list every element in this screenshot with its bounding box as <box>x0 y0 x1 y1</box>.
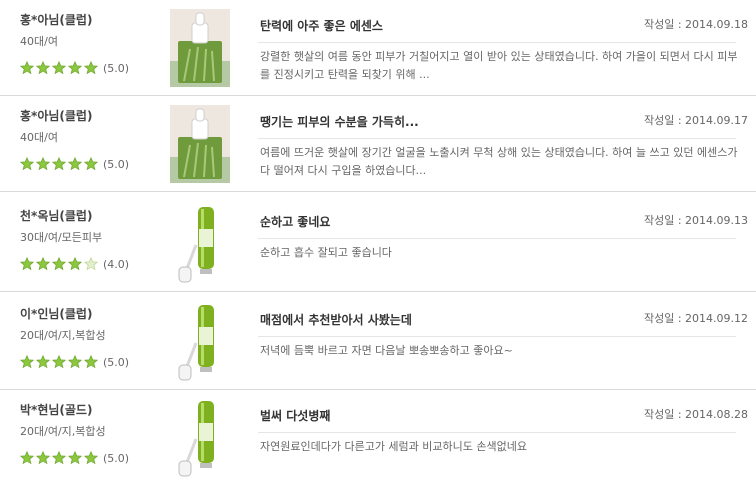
star-filled-icon <box>20 257 34 271</box>
star-filled-icon <box>36 355 50 369</box>
star-filled-icon <box>68 61 82 75</box>
review-item: 이*인님(클럽) 20대/여/지,복합성 (5.0) 매점에서 추천받아서 사봤… <box>0 294 756 390</box>
star-filled-icon <box>36 257 50 271</box>
product-thumbnail[interactable] <box>170 399 230 477</box>
star-filled-icon <box>84 451 98 465</box>
review-body[interactable]: 강렬한 햇살의 여름 동안 피부가 거칠어지고 열이 받아 있는 상태였습니다.… <box>260 48 740 84</box>
rating-score: (5.0) <box>103 451 130 465</box>
review-date: 작성일 : 2014.09.13 <box>644 214 749 227</box>
star-filled-icon <box>68 451 82 465</box>
star-filled-icon <box>52 61 66 75</box>
star-filled-icon <box>68 157 82 171</box>
serum-dropper-bottle-icon <box>178 401 214 477</box>
rating-score: (5.0) <box>103 157 130 171</box>
star-rating: (4.0) <box>20 256 129 272</box>
review-item: 천*옥님(클럽) 30대/여/모든피부 (4.0) 순하고 좋네요 작성일 : … <box>0 196 756 292</box>
reviewer-info: 20대/여/지,복합성 <box>20 425 106 438</box>
star-filled-icon <box>52 157 66 171</box>
star-filled-icon <box>68 355 82 369</box>
review-title[interactable]: 매점에서 추천받아서 사봤는데 <box>260 311 412 328</box>
reviewer-name: 홍*아님(클럽) <box>20 13 93 27</box>
serum-bottle-box-photo-icon <box>170 105 230 183</box>
reviewer-name: 홍*아님(클럽) <box>20 109 93 123</box>
rating-score: (5.0) <box>103 61 130 75</box>
review-title[interactable]: 땡기는 피부의 수분을 가득히... <box>260 113 419 130</box>
divider <box>258 336 736 337</box>
reviewer-name: 이*인님(클럽) <box>20 307 93 321</box>
star-filled-icon <box>84 355 98 369</box>
serum-dropper-bottle-icon <box>178 207 214 283</box>
product-thumbnail[interactable] <box>170 303 230 381</box>
star-filled-icon <box>20 355 34 369</box>
star-filled-icon <box>36 61 50 75</box>
reviewer-name: 박*현님(골드) <box>20 403 93 417</box>
divider <box>258 138 736 139</box>
star-filled-icon <box>68 257 82 271</box>
review-item: 홍*아님(클럽) 40대/여 (5.0) 땡기는 피부의 수분을 가득히... … <box>0 96 756 192</box>
star-filled-icon <box>52 451 66 465</box>
star-filled-icon <box>36 451 50 465</box>
reviewer-name: 천*옥님(클럽) <box>20 209 93 223</box>
review-date: 작성일 : 2014.09.17 <box>644 114 749 127</box>
divider <box>258 238 736 239</box>
star-filled-icon <box>84 61 98 75</box>
product-thumbnail[interactable] <box>170 205 230 283</box>
product-thumbnail[interactable] <box>170 9 230 87</box>
review-date: 작성일 : 2014.09.18 <box>644 18 749 31</box>
star-rating: (5.0) <box>20 450 129 466</box>
star-empty-icon <box>84 257 98 271</box>
divider <box>258 432 736 433</box>
review-item: 박*현님(골드) 20대/여/지,복합성 (5.0) 벌써 다섯병째 작성일 :… <box>0 390 756 486</box>
reviewer-info: 40대/여 <box>20 35 58 48</box>
reviewer-info: 30대/여/모든피부 <box>20 231 103 244</box>
star-rating: (5.0) <box>20 354 129 370</box>
reviewer-info: 20대/여/지,복합성 <box>20 329 106 342</box>
star-rating: (5.0) <box>20 156 129 172</box>
star-filled-icon <box>20 61 34 75</box>
star-filled-icon <box>52 257 66 271</box>
review-body[interactable]: 저녁에 듬뿍 바르고 자면 다음날 뽀송뽀송하고 좋아요~ <box>260 342 740 360</box>
serum-bottle-box-photo-icon <box>170 9 230 87</box>
review-title[interactable]: 순하고 좋네요 <box>260 213 330 230</box>
star-filled-icon <box>20 157 34 171</box>
star-filled-icon <box>20 451 34 465</box>
star-rating: (5.0) <box>20 60 129 76</box>
review-title[interactable]: 벌써 다섯병째 <box>260 407 330 424</box>
review-item: 홍*아님(클럽) 40대/여 (5.0) 탄력에 아주 좋은 에센스 작성일 :… <box>0 0 756 96</box>
star-filled-icon <box>36 157 50 171</box>
serum-dropper-bottle-icon <box>178 305 214 381</box>
rating-score: (5.0) <box>103 355 130 369</box>
review-body[interactable]: 자연원료인데다가 다른고가 세럼과 비교하니도 손색없네요 <box>260 438 740 456</box>
star-filled-icon <box>84 157 98 171</box>
review-body[interactable]: 여름에 뜨거운 햇살에 장기간 얼굴을 노출시켜 무척 상해 있는 상태였습니다… <box>260 144 740 180</box>
divider <box>258 42 736 43</box>
review-title[interactable]: 탄력에 아주 좋은 에센스 <box>260 17 383 34</box>
review-date: 작성일 : 2014.09.12 <box>644 312 749 325</box>
rating-score: (4.0) <box>103 257 130 271</box>
reviewer-info: 40대/여 <box>20 131 58 144</box>
review-body[interactable]: 순하고 흡수 잘되고 좋습니다 <box>260 244 740 262</box>
star-filled-icon <box>52 355 66 369</box>
product-thumbnail[interactable] <box>170 105 230 183</box>
review-date: 작성일 : 2014.08.28 <box>644 408 749 421</box>
